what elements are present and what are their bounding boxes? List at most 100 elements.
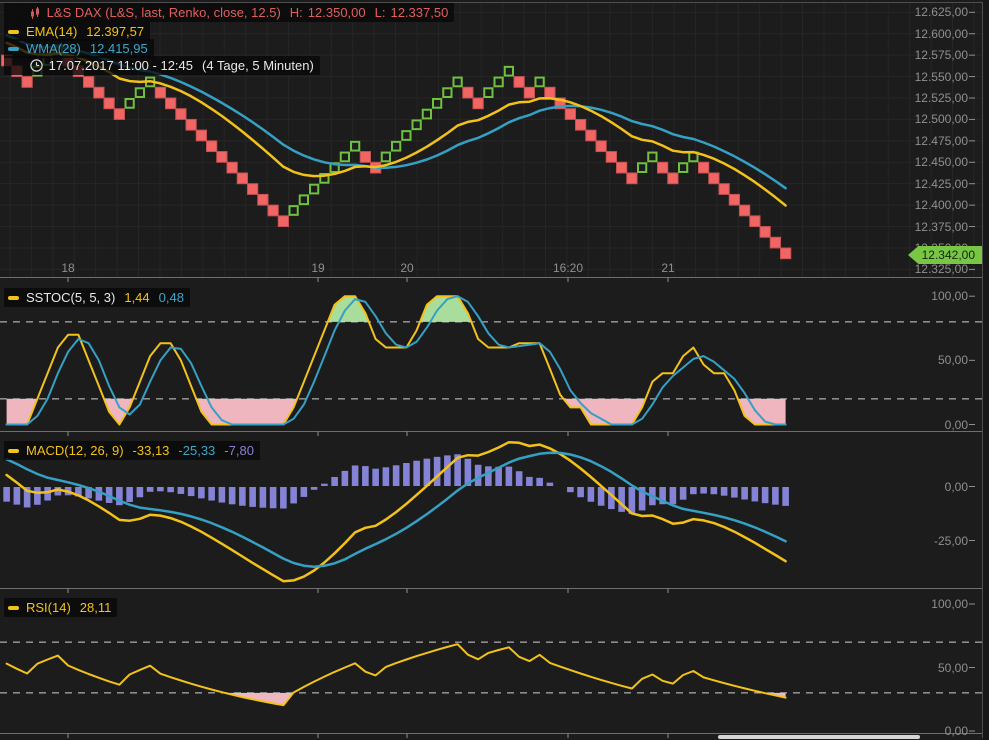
- macd-histogram-bar: [341, 470, 349, 486]
- renko-brick-down: [658, 162, 668, 173]
- renko-brick-down: [186, 119, 196, 130]
- macd-histogram-bar: [3, 487, 11, 503]
- high-value: 12.350,00: [308, 5, 366, 20]
- macd-histogram-bar: [710, 487, 718, 495]
- renko-brick-down: [617, 162, 627, 173]
- macd-histogram-bar: [485, 466, 493, 487]
- macd-histogram-bar: [577, 487, 585, 498]
- renko-brick-down: [114, 109, 124, 120]
- macd-histogram-bar: [700, 487, 708, 495]
- renko-brick-up: [392, 142, 400, 151]
- price-tick-label: 12.550,00: [915, 70, 968, 84]
- renko-brick-up: [382, 153, 390, 162]
- sstoc-swatch-icon: [8, 296, 19, 300]
- renko-brick-down: [473, 98, 483, 109]
- rsi-legend[interactable]: RSI(14) 28,11: [4, 598, 117, 617]
- macd-histogram-bar: [720, 487, 728, 497]
- renko-brick-down: [740, 205, 750, 216]
- horizontal-scrollbar-thumb[interactable]: [718, 735, 920, 739]
- sstoc-oversold-fill: [196, 399, 297, 425]
- renko-brick-down: [237, 173, 247, 184]
- price-tick-label: 12.400,00: [915, 198, 968, 212]
- renko-brick-down: [514, 77, 524, 88]
- macd-histogram-bar: [167, 487, 175, 493]
- price-tick-label: 12.500,00: [915, 112, 968, 126]
- macd-histogram-bar: [515, 471, 523, 487]
- renko-brick-down: [699, 162, 709, 173]
- time-tick-label: 16:20: [553, 261, 583, 275]
- renko-brick-up: [454, 78, 462, 87]
- macd-histogram-bar: [505, 466, 513, 486]
- macd-histogram-bar: [679, 487, 687, 501]
- renko-brick-up: [423, 110, 431, 119]
- macd-tick-label: 0,00: [945, 480, 968, 494]
- macd-legend[interactable]: MACD(12, 26, 9) -33,13 -25,33 -7,80: [4, 441, 260, 460]
- macd-histogram-bar: [239, 487, 247, 507]
- time-tick-label: 20: [400, 261, 413, 275]
- sstoc-legend[interactable]: SSTOC(5, 5, 3) 1,44 0,48: [4, 288, 190, 307]
- macd-tick-label: -25,00: [934, 534, 968, 548]
- macd-histogram-bar: [249, 487, 257, 508]
- renko-brick-down: [524, 87, 534, 98]
- macd-histogram-bar: [310, 487, 318, 491]
- renko-brick-down: [217, 152, 227, 163]
- macd-value: -33,13: [133, 443, 170, 458]
- rsi-tick-label: 100,00: [931, 597, 968, 611]
- renko-brick-down: [22, 77, 32, 88]
- macd-histogram-bar: [413, 460, 421, 486]
- rsi-tick-label: 50,00: [938, 661, 968, 675]
- low-value: 12.337,50: [390, 5, 448, 20]
- renko-brick-up: [495, 78, 503, 87]
- instrument-title: L&S DAX (L&S, last, Renko, close, 12.5): [47, 5, 281, 20]
- macd-histogram-bar: [44, 487, 52, 502]
- wma-label: WMA(28): [26, 41, 81, 56]
- macd-swatch-icon: [8, 449, 19, 453]
- renko-brick-down: [627, 173, 637, 184]
- rsi-swatch-icon: [8, 606, 19, 610]
- macd-histogram-bar: [403, 463, 411, 487]
- renko-brick-down: [709, 173, 719, 184]
- renko-brick-down: [760, 227, 770, 238]
- rsi-panel-plot: [0, 642, 982, 705]
- ema-value: 12.397,57: [86, 24, 144, 39]
- ema-swatch-icon: [8, 30, 19, 34]
- trading-chart-window: L&S DAX (L&S, last, Renko, close, 12.5) …: [0, 0, 989, 740]
- rsi-value: 28,11: [80, 600, 112, 615]
- macd-histogram-bar: [587, 487, 595, 503]
- macd-histogram-bar: [187, 487, 195, 497]
- last-price-tag: 12.342,00: [908, 246, 982, 264]
- renko-brick-down: [586, 130, 596, 141]
- price-tick-label: 12.625,00: [915, 5, 968, 19]
- macd-histogram-bar: [300, 487, 308, 498]
- macd-histogram-bar: [556, 487, 564, 488]
- renko-brick-down: [545, 87, 555, 98]
- macd-histogram-bar: [198, 487, 206, 499]
- renko-brick-up: [300, 195, 308, 204]
- macd-histogram-bar: [13, 487, 21, 506]
- renko-brick-down: [606, 152, 616, 163]
- rsi-tick-label: 0,00: [945, 724, 968, 738]
- macd-histogram-bar: [536, 477, 544, 486]
- macd-histogram-bar: [228, 487, 236, 505]
- renko-brick-down: [360, 152, 370, 163]
- timerange-legend: 17.07.2017 11:00 - 12:45 (4 Tage, 5 Minu…: [4, 56, 320, 75]
- macd-histogram-bar: [218, 487, 226, 504]
- candlestick-icon: [8, 7, 41, 19]
- rsi-line: [7, 644, 786, 705]
- macd-histogram-bar: [321, 483, 329, 486]
- renko-brick-up: [443, 88, 451, 97]
- renko-brick-down: [155, 87, 165, 98]
- time-tick-label: 18: [61, 261, 74, 275]
- macd-histogram-bar: [618, 487, 626, 513]
- right-gutter: [983, 0, 989, 740]
- chart-canvas[interactable]: [0, 0, 989, 740]
- macd-histogram-bar: [136, 487, 144, 498]
- macd-histogram-bar: [761, 487, 769, 504]
- macd-histogram-bar: [34, 487, 42, 506]
- price-tick-label: 12.450,00: [915, 155, 968, 169]
- renko-brick-up: [136, 88, 144, 97]
- price-tick-label: 12.325,00: [915, 262, 968, 276]
- renko-brick-up: [310, 185, 318, 194]
- price-tick-label: 12.375,00: [915, 220, 968, 234]
- instrument-legend[interactable]: L&S DAX (L&S, last, Renko, close, 12.5) …: [4, 3, 454, 22]
